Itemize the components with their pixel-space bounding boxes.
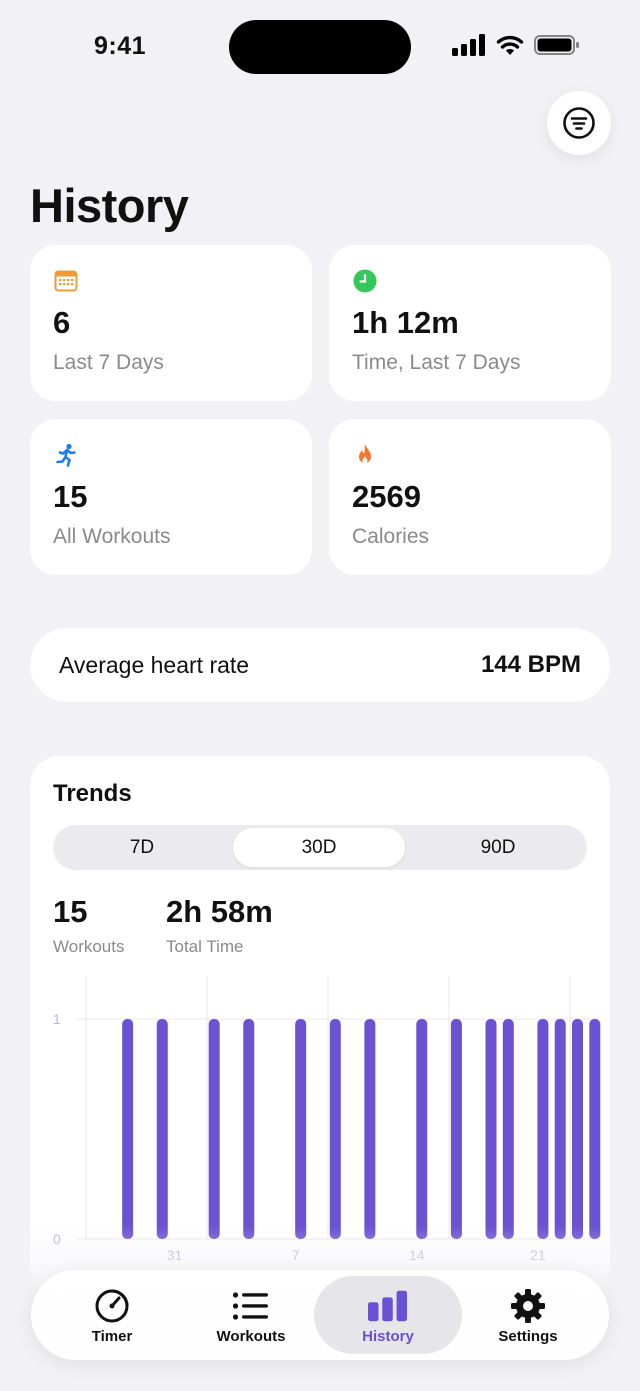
tab-label: Workouts [216, 1328, 286, 1345]
chart-bar [364, 1019, 376, 1239]
running-figure-icon [56, 443, 76, 467]
page-title: History [30, 179, 189, 232]
heart-rate-label: Average heart rate [59, 652, 250, 678]
trends-card: Trends 7D 30D 90D 15 Workouts 2h 58m Tot… [30, 756, 610, 1296]
filter-button[interactable] [547, 91, 611, 155]
flame-icon [359, 444, 371, 464]
list-icon [231, 1288, 271, 1324]
stat-card-last-7-days[interactable]: 6 Last 7 Days [30, 245, 312, 401]
workouts-count: 15 [53, 894, 88, 929]
chart-bars-icon [368, 1288, 408, 1324]
chart-bar [554, 1019, 566, 1239]
chart-bar [122, 1019, 134, 1239]
stat-card-time[interactable]: 1h 12m Time, Last 7 Days [329, 245, 611, 401]
filter-icon [563, 107, 595, 139]
tab-label: Timer [91, 1328, 133, 1345]
battery-icon [534, 35, 579, 55]
status-icons [452, 34, 580, 56]
y-tick-label: 1 [53, 1011, 61, 1027]
stat-label: Last 7 Days [53, 351, 164, 374]
chart-bar [572, 1019, 584, 1239]
gear-icon [508, 1288, 548, 1324]
stat-card-calories[interactable]: 2569 Calories [329, 419, 611, 575]
tab-history[interactable]: History [314, 1276, 462, 1354]
chart-bar [450, 1019, 462, 1239]
timer-icon [92, 1288, 132, 1324]
cellular-signal-icon [452, 34, 485, 56]
chart-bar [329, 1019, 341, 1239]
stat-value: 1h 12m [352, 305, 459, 340]
chart-bar [502, 1019, 514, 1239]
chart-bar [295, 1019, 307, 1239]
total-time-label: Total Time [166, 937, 244, 956]
heart-rate-value: 144 BPM [480, 651, 581, 678]
chart-bar [243, 1019, 255, 1239]
chart-bar [537, 1019, 549, 1239]
status-time: 9:41 [94, 32, 147, 60]
heart-rate-card[interactable]: Average heart rate 144 BPM [30, 628, 610, 702]
tab-timer[interactable]: Timer [38, 1276, 186, 1354]
segment-90d[interactable]: 90D [412, 828, 584, 867]
range-segmented-control[interactable]: 7D 30D 90D [53, 825, 587, 870]
tab-workouts[interactable]: Workouts [177, 1276, 325, 1354]
clock-icon [353, 269, 377, 293]
wifi-icon [496, 35, 524, 55]
tab-bar: Timer Workouts History Settings [31, 1270, 609, 1360]
chart-bar [156, 1019, 168, 1239]
segment-7d[interactable]: 7D [56, 828, 228, 867]
chart-bar [485, 1019, 497, 1239]
segment-30d[interactable]: 30D [233, 828, 405, 867]
chart-bar [416, 1019, 428, 1239]
total-time-value: 2h 58m [166, 894, 273, 929]
tab-label: History [362, 1328, 414, 1345]
tab-settings[interactable]: Settings [454, 1276, 602, 1354]
stat-value: 15 [53, 479, 88, 514]
calendar-icon [54, 270, 78, 292]
workouts-label: Workouts [53, 937, 125, 956]
stat-label: Time, Last 7 Days [352, 351, 521, 374]
stat-value: 2569 [352, 479, 421, 514]
stat-value: 6 [53, 305, 71, 340]
dynamic-island [229, 20, 411, 74]
stat-label: All Workouts [53, 525, 171, 548]
tab-label: Settings [498, 1328, 558, 1345]
chart-bar [589, 1019, 601, 1239]
stat-card-all-workouts[interactable]: 15 All Workouts [30, 419, 312, 575]
trends-title: Trends [53, 780, 132, 807]
chart-bar [208, 1019, 220, 1239]
stat-label: Calories [352, 525, 430, 548]
